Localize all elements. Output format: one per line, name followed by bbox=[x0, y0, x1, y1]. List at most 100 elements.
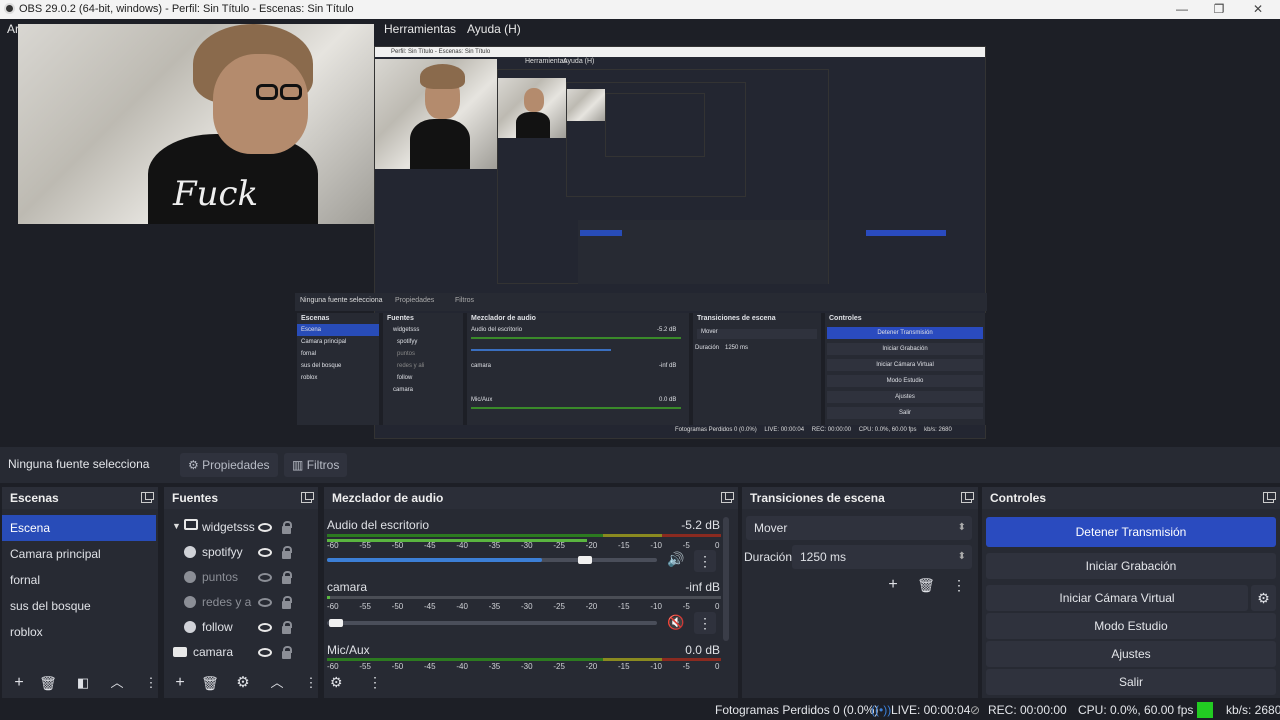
source-menu-icon[interactable]: ⋮ bbox=[300, 672, 322, 694]
undock-icon[interactable] bbox=[301, 492, 314, 503]
nested-status-kbs: kb/s: 2680 bbox=[924, 427, 952, 433]
advanced-audio-gear-icon[interactable]: ⚙ bbox=[330, 674, 343, 691]
mixer-menu-icon[interactable]: ⋮ bbox=[368, 674, 382, 691]
exit-button[interactable]: Salir bbox=[986, 669, 1276, 695]
nested-scene-item: Escena bbox=[297, 324, 379, 336]
add-source-icon[interactable]: + bbox=[169, 672, 191, 694]
scene-item[interactable]: Camara principal bbox=[2, 541, 156, 567]
scene-item[interactable]: Escena bbox=[2, 515, 156, 541]
maximize-button[interactable]: ❐ bbox=[1199, 0, 1239, 19]
remove-transition-icon[interactable]: 🗑 bbox=[915, 574, 937, 596]
speaker-icon[interactable]: 🔊 bbox=[667, 551, 684, 568]
db-scale-tick: -20 bbox=[585, 541, 598, 550]
remove-scene-icon[interactable]: 🗑 bbox=[37, 672, 59, 694]
source-item-label[interactable]: camara bbox=[193, 645, 233, 659]
close-button[interactable]: ✕ bbox=[1238, 0, 1278, 19]
properties-label: Propiedades bbox=[202, 458, 270, 472]
eye-icon[interactable] bbox=[258, 623, 272, 632]
lock-icon[interactable] bbox=[282, 546, 292, 559]
undock-icon[interactable] bbox=[961, 492, 974, 503]
controls-dock-header: Controles bbox=[982, 487, 1280, 509]
remove-source-icon[interactable]: 🗑 bbox=[199, 672, 221, 694]
scene-item[interactable]: roblox bbox=[2, 619, 156, 645]
start-recording-button[interactable]: Iniciar Grabación bbox=[986, 553, 1276, 579]
source-item-label[interactable]: spotifyy bbox=[202, 545, 243, 559]
studio-mode-button[interactable]: Modo Estudio bbox=[986, 613, 1276, 639]
eye-icon[interactable] bbox=[258, 648, 272, 657]
add-scene-icon[interactable]: + bbox=[8, 672, 30, 694]
browser-icon bbox=[184, 571, 196, 583]
channel-menu-icon[interactable]: ⋮ bbox=[694, 612, 716, 634]
filters-button[interactable]: ▥ Filtros bbox=[284, 453, 348, 477]
scene-filters-icon[interactable]: ◧ bbox=[72, 672, 94, 694]
source-item-label[interactable]: follow bbox=[202, 620, 233, 634]
transition-select-value: Mover bbox=[754, 521, 788, 535]
volume-slider-track[interactable] bbox=[327, 558, 657, 562]
source-properties-gear-icon[interactable]: ⚙ bbox=[232, 672, 254, 694]
lock-icon[interactable] bbox=[282, 571, 292, 584]
lock-icon[interactable] bbox=[282, 521, 292, 534]
audio-mixer-title: Mezclador de audio bbox=[332, 491, 444, 505]
volume-slider-handle[interactable] bbox=[578, 556, 592, 564]
nested-transitions-title: Transiciones de escena bbox=[697, 315, 776, 322]
eye-icon[interactable] bbox=[258, 523, 272, 532]
nested-menu-herramientas: Herramientas bbox=[525, 58, 568, 65]
transition-select[interactable]: Mover ⬍ bbox=[746, 516, 972, 540]
properties-button[interactable]: ⚙ Propiedades bbox=[180, 453, 278, 477]
add-transition-icon[interactable]: + bbox=[882, 574, 904, 596]
menu-item-herramientas[interactable]: Herramientas bbox=[384, 22, 456, 36]
nested-source-item: widgetsss bbox=[393, 327, 420, 333]
volume-slider-handle[interactable] bbox=[329, 619, 343, 627]
source-item-label[interactable]: puntos bbox=[202, 570, 238, 584]
menu-item-ayuda[interactable]: Ayuda (H) bbox=[467, 22, 521, 36]
preview-canvas[interactable]: Fuck Perfil: Sin Título - Escenas: Sin T… bbox=[0, 24, 1280, 445]
sources-dock-header: Fuentes bbox=[164, 487, 318, 509]
source-item-label[interactable]: redes y ali bbox=[202, 595, 252, 609]
undock-icon[interactable] bbox=[141, 492, 154, 503]
lock-icon[interactable] bbox=[282, 596, 292, 609]
lock-icon[interactable] bbox=[282, 646, 292, 659]
move-scene-up-icon[interactable]: ︿ bbox=[106, 672, 128, 694]
nested-filters-label: Filtros bbox=[455, 297, 475, 304]
undock-icon[interactable] bbox=[721, 492, 734, 503]
source-item-label[interactable]: widgetsss bbox=[202, 520, 255, 534]
start-virtual-camera-button[interactable]: Iniciar Cámara Virtual bbox=[986, 585, 1248, 611]
channel-menu-icon[interactable]: ⋮ bbox=[694, 550, 716, 572]
live-timer: LIVE: 00:00:04 bbox=[891, 703, 971, 717]
select-arrows-icon: ⬍ bbox=[957, 522, 966, 533]
mixer-scrollbar[interactable] bbox=[723, 517, 729, 641]
chevron-down-icon[interactable]: ▼ bbox=[172, 521, 181, 531]
nested-duration-value: 1250 ms bbox=[725, 345, 749, 351]
db-scale-tick: -45 bbox=[424, 602, 436, 611]
scene-item[interactable]: fornal bbox=[2, 567, 156, 593]
db-scale-tick: -30 bbox=[521, 602, 533, 611]
speaker-muted-icon[interactable]: 🔇 bbox=[667, 614, 684, 631]
duration-spinbox[interactable]: 1250 ms ⬍ bbox=[792, 545, 972, 569]
lock-icon[interactable] bbox=[282, 621, 292, 634]
undock-icon[interactable] bbox=[1263, 492, 1276, 503]
stop-streaming-button[interactable]: Detener Transmisión bbox=[986, 517, 1276, 547]
db-scale: -60 -55 -50 -45 -40 -35 -30 -25 -20 -15 -10 -5 0 bbox=[327, 662, 721, 672]
db-scale-tick: -25 bbox=[553, 662, 565, 671]
settings-button[interactable]: Ajustes bbox=[986, 641, 1276, 667]
eye-hidden-icon[interactable] bbox=[258, 598, 272, 607]
nested-source-toolbar: Ninguna fuente selecciona Propiedades Fi… bbox=[295, 293, 987, 311]
transition-menu-icon[interactable]: ⋮ bbox=[948, 574, 970, 596]
stream-health-indicator bbox=[1197, 702, 1213, 718]
move-source-up-icon[interactable]: ︿ bbox=[266, 672, 288, 694]
window-title-bar[interactable]: OBS 29.0.2 (64-bit, windows) - Perfil: S… bbox=[0, 0, 1280, 19]
scene-item[interactable]: sus del bosque bbox=[2, 593, 156, 619]
nested-source-item: camara bbox=[393, 387, 414, 393]
minimize-button[interactable]: — bbox=[1162, 0, 1202, 19]
nested-obs-window: Perfil: Sin Título - Escenas: Sin Título… bbox=[295, 46, 987, 439]
virtual-camera-settings-gear-icon[interactable]: ⚙ bbox=[1251, 585, 1276, 611]
nested-source-label: Ninguna fuente selecciona bbox=[300, 297, 383, 304]
nested-status-dropped: Fotogramas Perdidos 0 (0.0%) bbox=[675, 427, 757, 433]
nested-obs-window-level2 bbox=[497, 69, 946, 284]
eye-hidden-icon[interactable] bbox=[258, 573, 272, 582]
volume-slider-track[interactable] bbox=[327, 621, 657, 625]
eye-icon[interactable] bbox=[258, 548, 272, 557]
db-scale-tick: -35 bbox=[488, 541, 501, 550]
mixer-channel-level: 0.0 dB bbox=[685, 643, 720, 657]
scene-menu-icon[interactable]: ⋮ bbox=[140, 672, 162, 694]
